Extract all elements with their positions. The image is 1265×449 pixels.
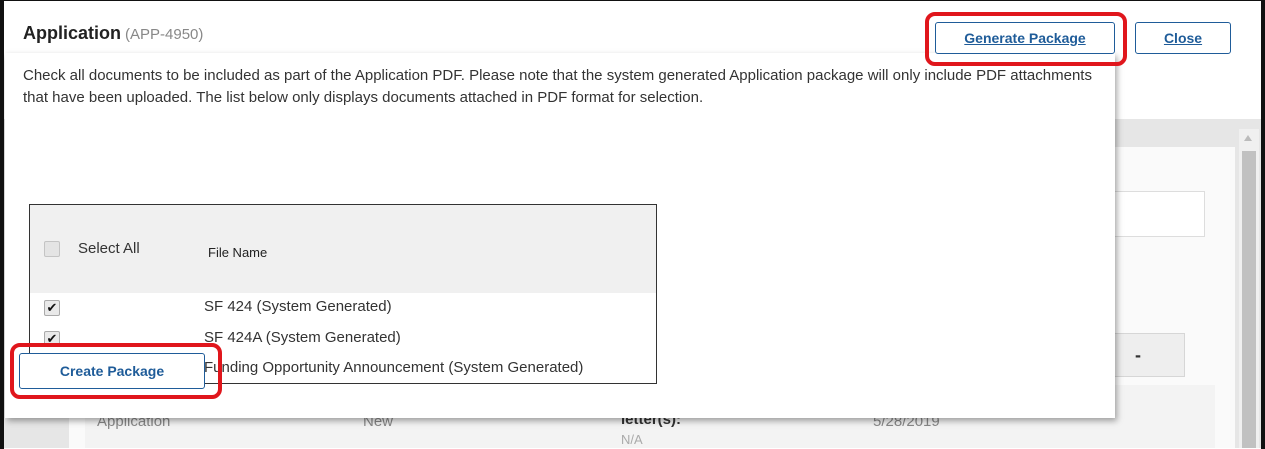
scroll-up-arrow-icon[interactable]	[1244, 135, 1252, 141]
application-window: - Application New letter(s): N/A 5/28/20…	[0, 0, 1265, 448]
scrollbar-thumb[interactable]	[1242, 151, 1256, 448]
table-header: Select All File Name	[30, 205, 656, 293]
row-checkbox[interactable]: ✔	[44, 300, 60, 316]
row-file-name: Funding Opportunity Announcement (System…	[204, 359, 584, 376]
close-button[interactable]: Close	[1135, 22, 1231, 54]
window-border-right	[1261, 0, 1265, 449]
row-file-name: SF 424 (System Generated)	[204, 298, 392, 315]
page-title: Application (APP-4950)	[23, 23, 203, 44]
instructions-text: Check all documents to be included as pa…	[23, 67, 1092, 106]
row-file-name: SF 424A (System Generated)	[204, 329, 401, 346]
select-all-label: Select All	[78, 240, 140, 257]
file-name-column-header: File Name	[208, 245, 268, 260]
bg-row-letters-value: N/A	[621, 432, 643, 447]
window-border-left	[0, 0, 4, 449]
select-all-checkbox[interactable]	[44, 241, 60, 257]
generate-package-highlight	[925, 12, 1127, 66]
create-package-highlight	[10, 343, 222, 399]
close-label: Close	[1163, 30, 1203, 46]
application-id: (APP-4950)	[125, 26, 204, 43]
page-title-text: Application	[23, 23, 121, 43]
